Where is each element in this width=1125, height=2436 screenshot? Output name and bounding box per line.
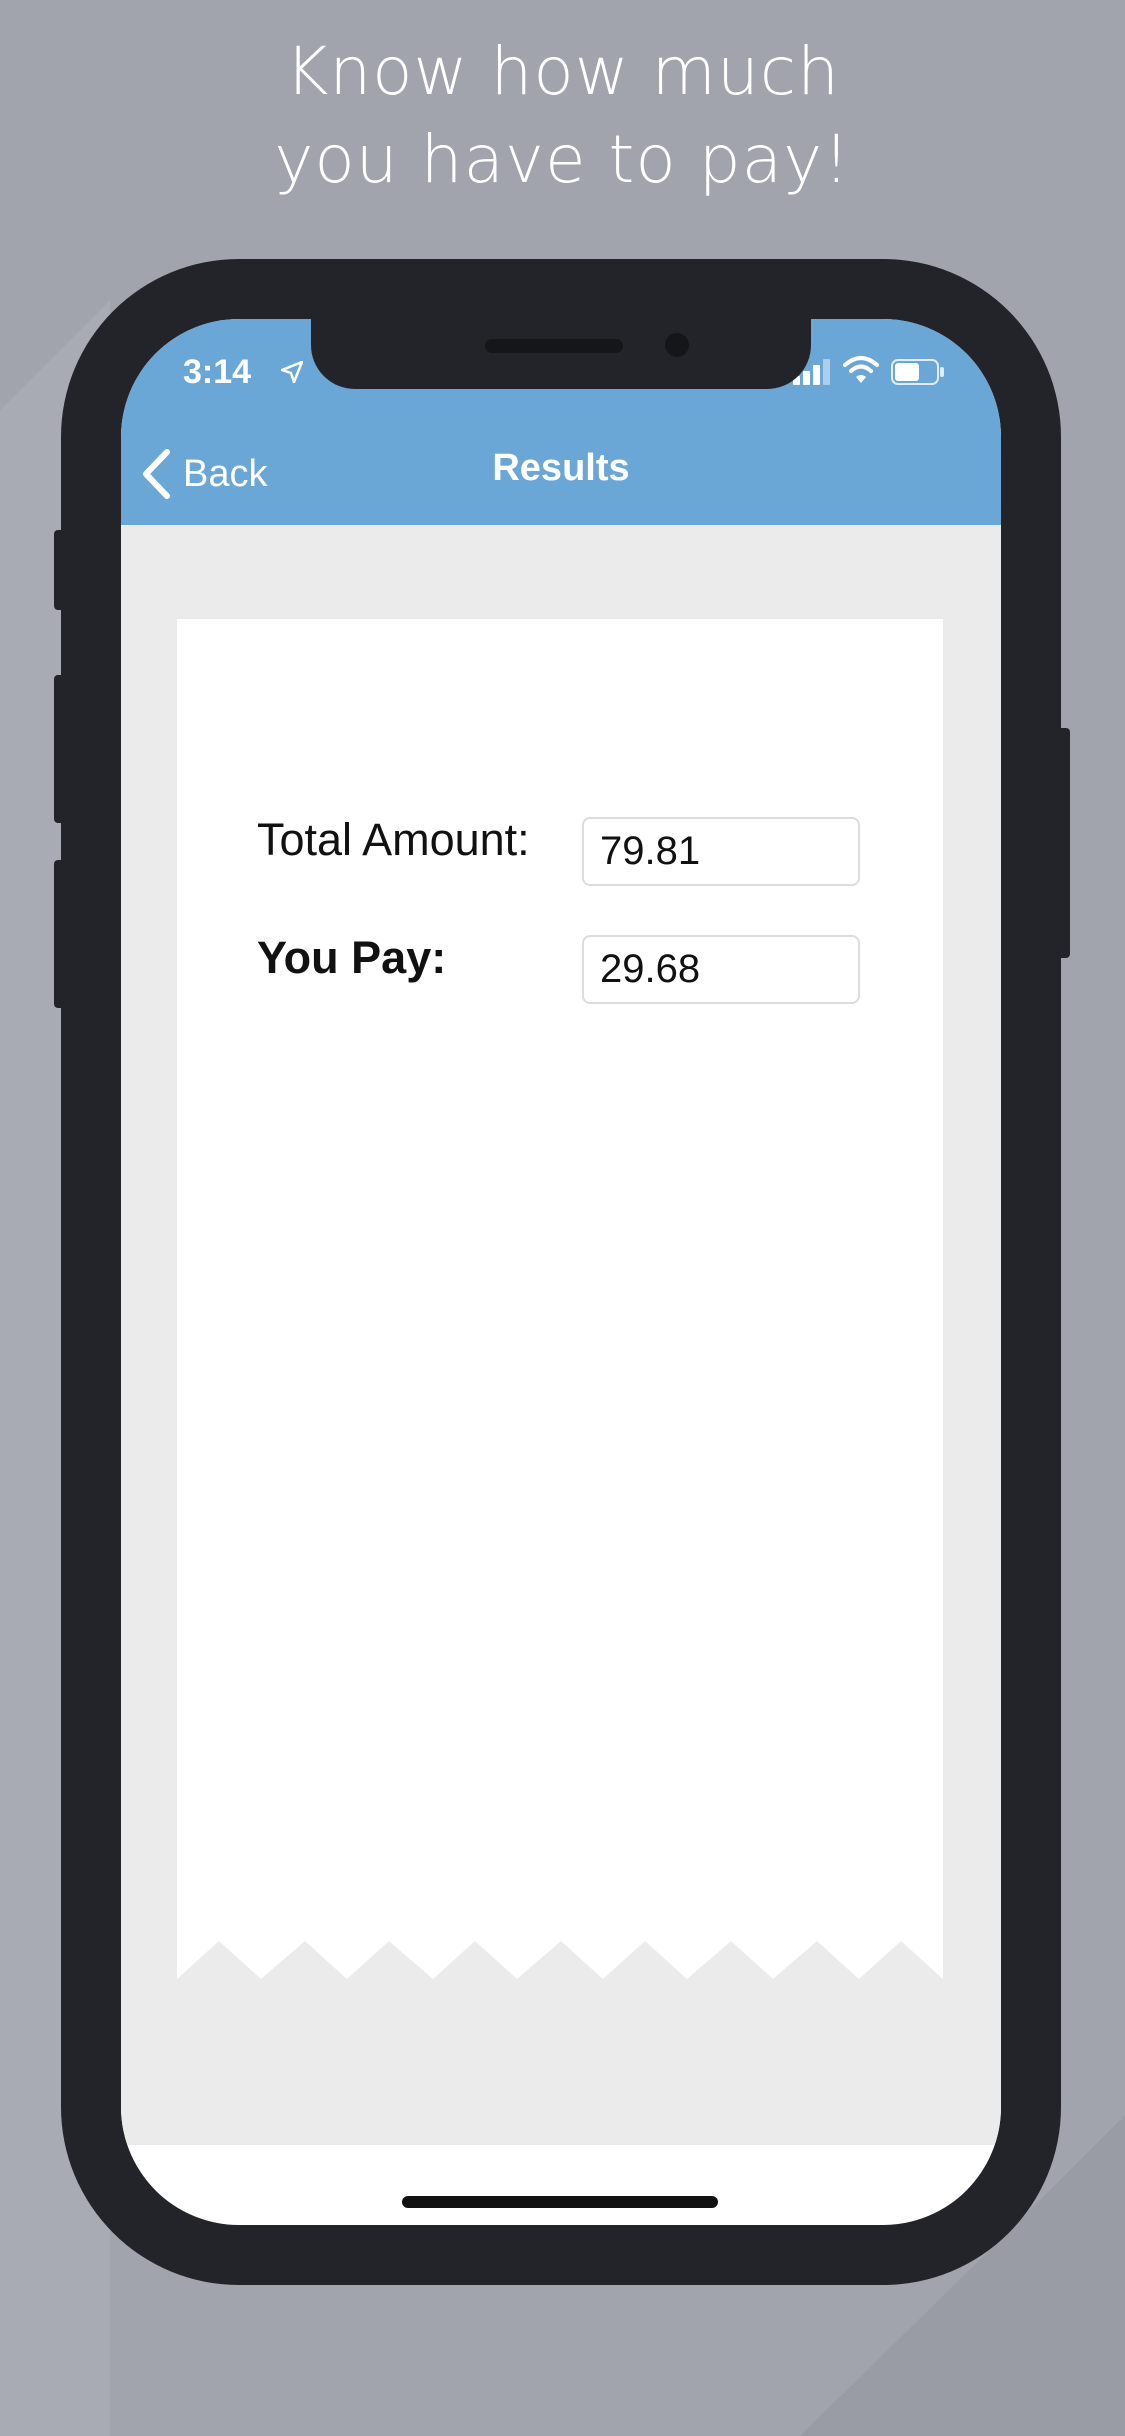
headline: Know how much you have to pay! [0, 28, 1125, 204]
you-pay-field[interactable]: 29.68 [582, 935, 860, 1004]
location-arrow-icon [281, 361, 303, 383]
total-amount-field[interactable]: 79.81 [582, 817, 860, 886]
speaker-grille [485, 339, 623, 353]
receipt-card: Total Amount: 79.81 You Pay: 29.68 [177, 619, 943, 1979]
notch [311, 319, 811, 389]
battery-icon [891, 359, 944, 385]
phone-frame: 3:14 Back Results Total Amount: 79.81 Yo… [61, 259, 1061, 2285]
phone-screen: 3:14 Back Results Total Amount: 79.81 Yo… [121, 319, 1001, 2225]
content-area: Total Amount: 79.81 You Pay: 29.68 [121, 525, 1001, 2145]
navigation-bar: 3:14 Back Results [121, 319, 1001, 525]
you-pay-label: You Pay: [257, 932, 447, 983]
home-indicator[interactable] [402, 2196, 718, 2208]
front-camera [665, 333, 689, 357]
wifi-icon [843, 356, 879, 383]
total-amount-label: Total Amount: [257, 814, 530, 865]
headline-line-1: Know how much [285, 33, 840, 110]
page-title: Results [492, 447, 630, 489]
status-time: 3:14 [183, 353, 252, 391]
headline-line-2: you have to pay! [274, 121, 851, 198]
